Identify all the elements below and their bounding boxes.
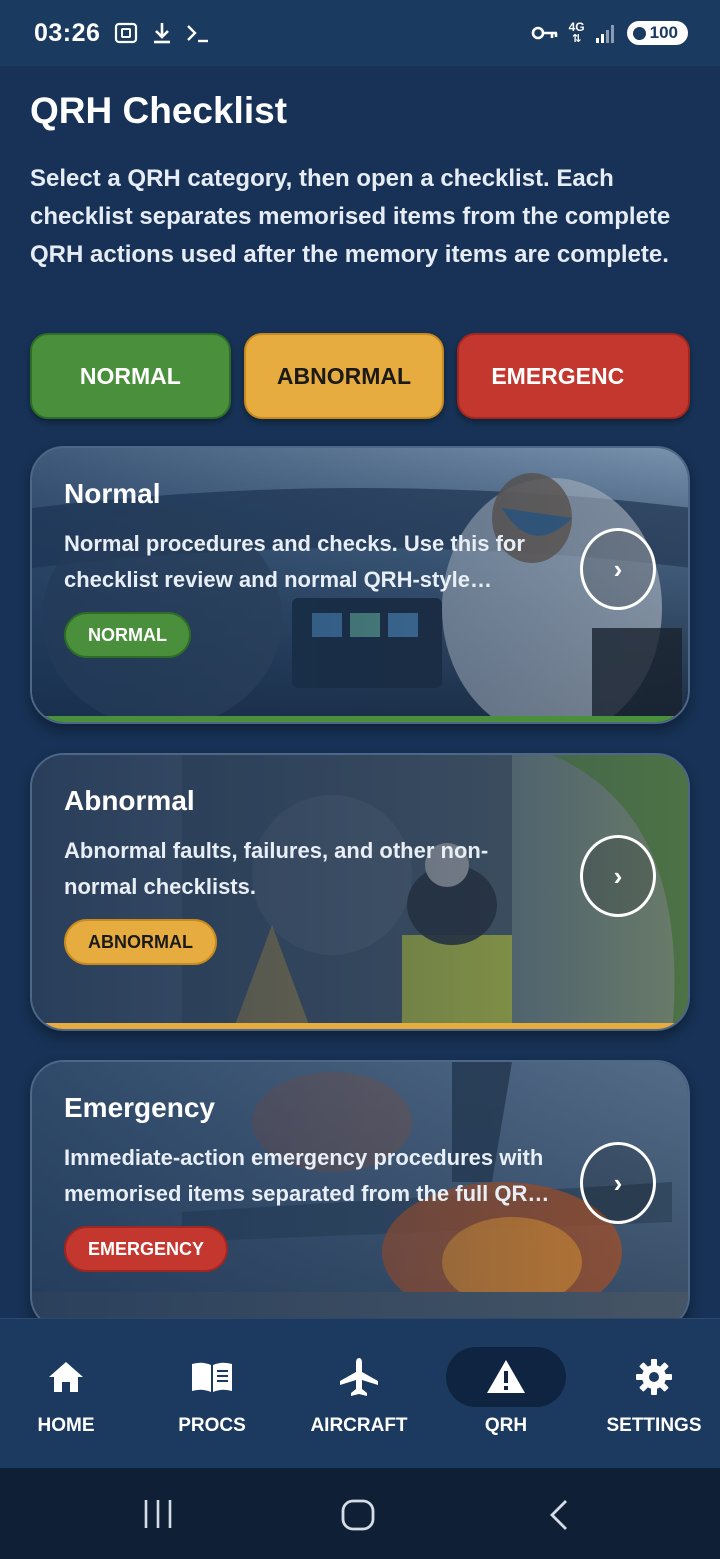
card-description: Normal procedures and checks. Use this f… [64, 531, 525, 592]
data-arrows-icon: ⇅ [572, 32, 582, 45]
emergency-checklist-card[interactable]: Emergency Immediate-action emergency pro… [30, 1060, 690, 1330]
page-title: QRH Checklist [30, 90, 288, 131]
nav-aircraft[interactable]: AIRCRAFT [289, 1347, 429, 1447]
category-emergency-button[interactable]: EMERGENC [457, 333, 691, 419]
network-type: 4G ⇅ [568, 19, 585, 45]
status-right: 4G ⇅ 100 [531, 21, 688, 45]
category-normal-button[interactable]: NORMAL [30, 333, 231, 419]
card-accent-bar [32, 716, 688, 722]
nav-label: SETTINGS [606, 1415, 702, 1436]
card-title: Emergency [64, 1092, 215, 1123]
nav-home[interactable]: HOME [0, 1347, 136, 1447]
back-icon[interactable] [546, 1498, 572, 1532]
nav-label: AIRCRAFT [310, 1415, 408, 1436]
emergency-badge: EMERGENCY [64, 1226, 229, 1272]
warning-icon [487, 1360, 525, 1393]
status-bar: 03:26 4G ⇅ 100 [0, 0, 720, 66]
status-time: 03:26 [34, 18, 101, 47]
category-abnormal-button[interactable]: ABNORMAL [243, 333, 445, 419]
vpn-key-icon [531, 24, 559, 42]
card-description: Abnormal faults, failures, and other non… [64, 838, 489, 899]
screenshot-icon [114, 22, 138, 44]
status-left: 03:26 [34, 19, 210, 48]
nav-settings[interactable]: SETTINGS [584, 1347, 720, 1447]
nav-procs[interactable]: PROCS [142, 1347, 282, 1447]
home-circle-icon[interactable] [340, 1498, 376, 1532]
system-navigation-bar [0, 1468, 720, 1559]
category-filter-row: NORMAL ABNORMAL EMERGENC [30, 333, 691, 419]
chevron-right-icon[interactable]: › [580, 528, 656, 610]
nav-label: PROCS [178, 1415, 246, 1436]
abnormal-checklist-card[interactable]: Abnormal Abnormal faults, failures, and … [30, 753, 690, 1031]
bottom-navigation: HOME PROCS AIRCRAFT QRH SETTINGS [0, 1318, 720, 1468]
normal-badge: NORMAL [64, 612, 191, 658]
battery-shield-icon [632, 26, 646, 40]
signal-icon [595, 22, 617, 44]
page-subtitle: Select a QRH category, then open a check… [30, 165, 671, 268]
nav-qrh[interactable]: QRH [436, 1347, 576, 1447]
normal-checklist-card[interactable]: Normal Normal procedures and checks. Use… [30, 446, 690, 724]
nav-icon-wrap [152, 1347, 272, 1407]
download-icon [152, 21, 172, 45]
nav-icon-wrap-active [446, 1347, 566, 1407]
qrh-checklist-screen: 03:26 4G ⇅ 100 QRH Checklist Select a QR… [0, 0, 720, 1559]
nav-icon-wrap [6, 1347, 126, 1407]
battery-indicator: 100 [626, 21, 688, 45]
terminal-icon [186, 22, 210, 44]
nav-icon-wrap [594, 1347, 714, 1407]
card-title: Abnormal [64, 785, 195, 816]
chevron-right-icon[interactable]: › [580, 835, 656, 917]
network-label: 4G [568, 19, 585, 34]
nav-icon-wrap [299, 1347, 419, 1407]
nav-label: HOME [37, 1415, 95, 1436]
card-accent-bar [32, 1023, 688, 1029]
nav-label: QRH [484, 1415, 528, 1436]
chevron-right-icon[interactable]: › [580, 1142, 656, 1224]
gear-icon [636, 1359, 672, 1395]
recents-icon[interactable] [142, 1498, 174, 1530]
card-description: Immediate-action emergency procedures wi… [64, 1145, 544, 1206]
book-icon [192, 1362, 232, 1392]
battery-level: 100 [649, 23, 678, 42]
abnormal-badge: ABNORMAL [64, 919, 217, 965]
card-title: Normal [64, 478, 161, 509]
home-icon [49, 1362, 83, 1392]
airplane-icon [340, 1358, 378, 1396]
